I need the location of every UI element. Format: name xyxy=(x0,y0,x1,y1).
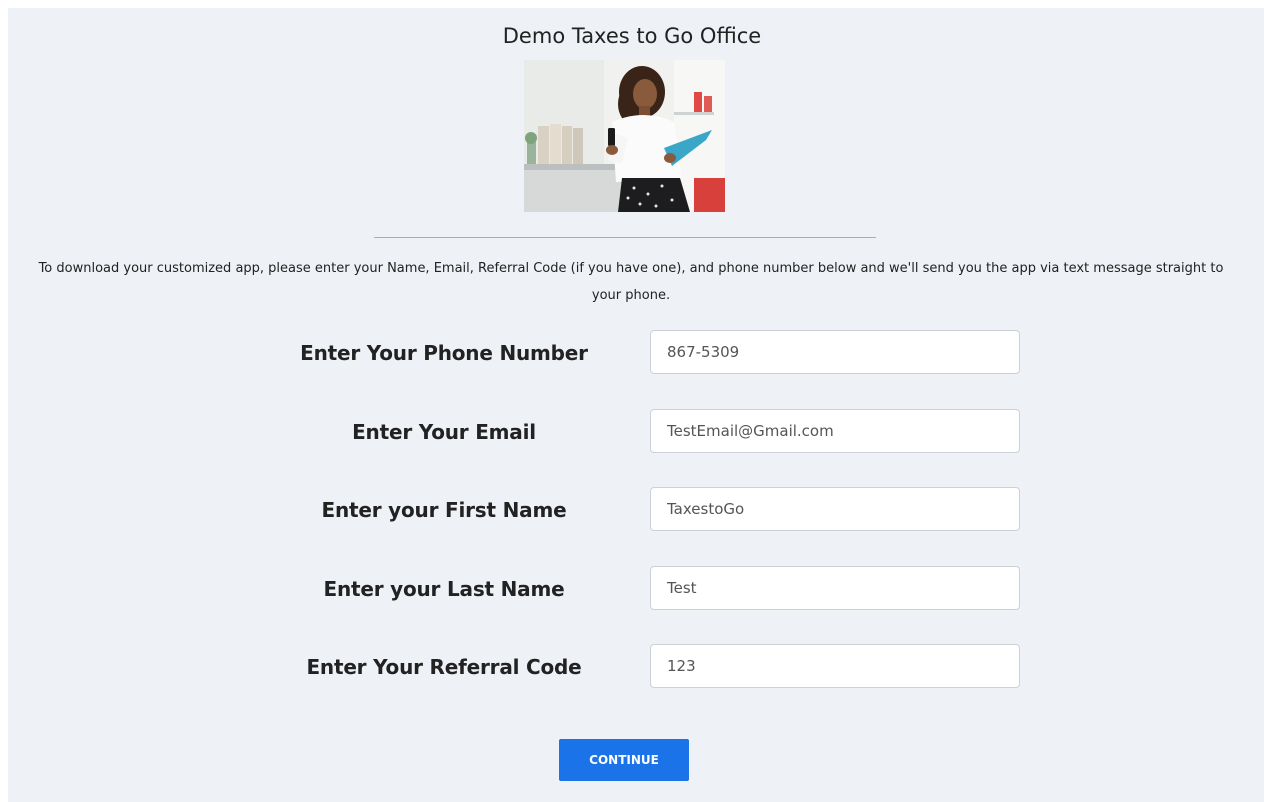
page-title: Demo Taxes to Go Office xyxy=(502,24,762,48)
email-input[interactable] xyxy=(650,409,1020,453)
divider xyxy=(374,237,876,238)
page-container: Demo Taxes to Go Office To download your… xyxy=(8,8,1264,802)
first-name-input[interactable] xyxy=(650,487,1020,531)
continue-button[interactable]: CONTINUE xyxy=(559,739,689,781)
last-name-input[interactable] xyxy=(650,566,1020,610)
intro-text: To download your customized app, please … xyxy=(38,261,1224,303)
phone-label: Enter Your Phone Number xyxy=(300,341,588,365)
phone-input[interactable] xyxy=(650,330,1020,374)
referral-code-label: Enter Your Referral Code xyxy=(306,655,582,679)
first-name-label: Enter your First Name xyxy=(321,498,567,522)
last-name-label: Enter your Last Name xyxy=(323,577,565,601)
woman-with-phone-photo-icon xyxy=(524,60,725,212)
hero-image xyxy=(524,60,725,212)
referral-code-input[interactable] xyxy=(650,644,1020,688)
email-label: Enter Your Email xyxy=(352,420,536,444)
